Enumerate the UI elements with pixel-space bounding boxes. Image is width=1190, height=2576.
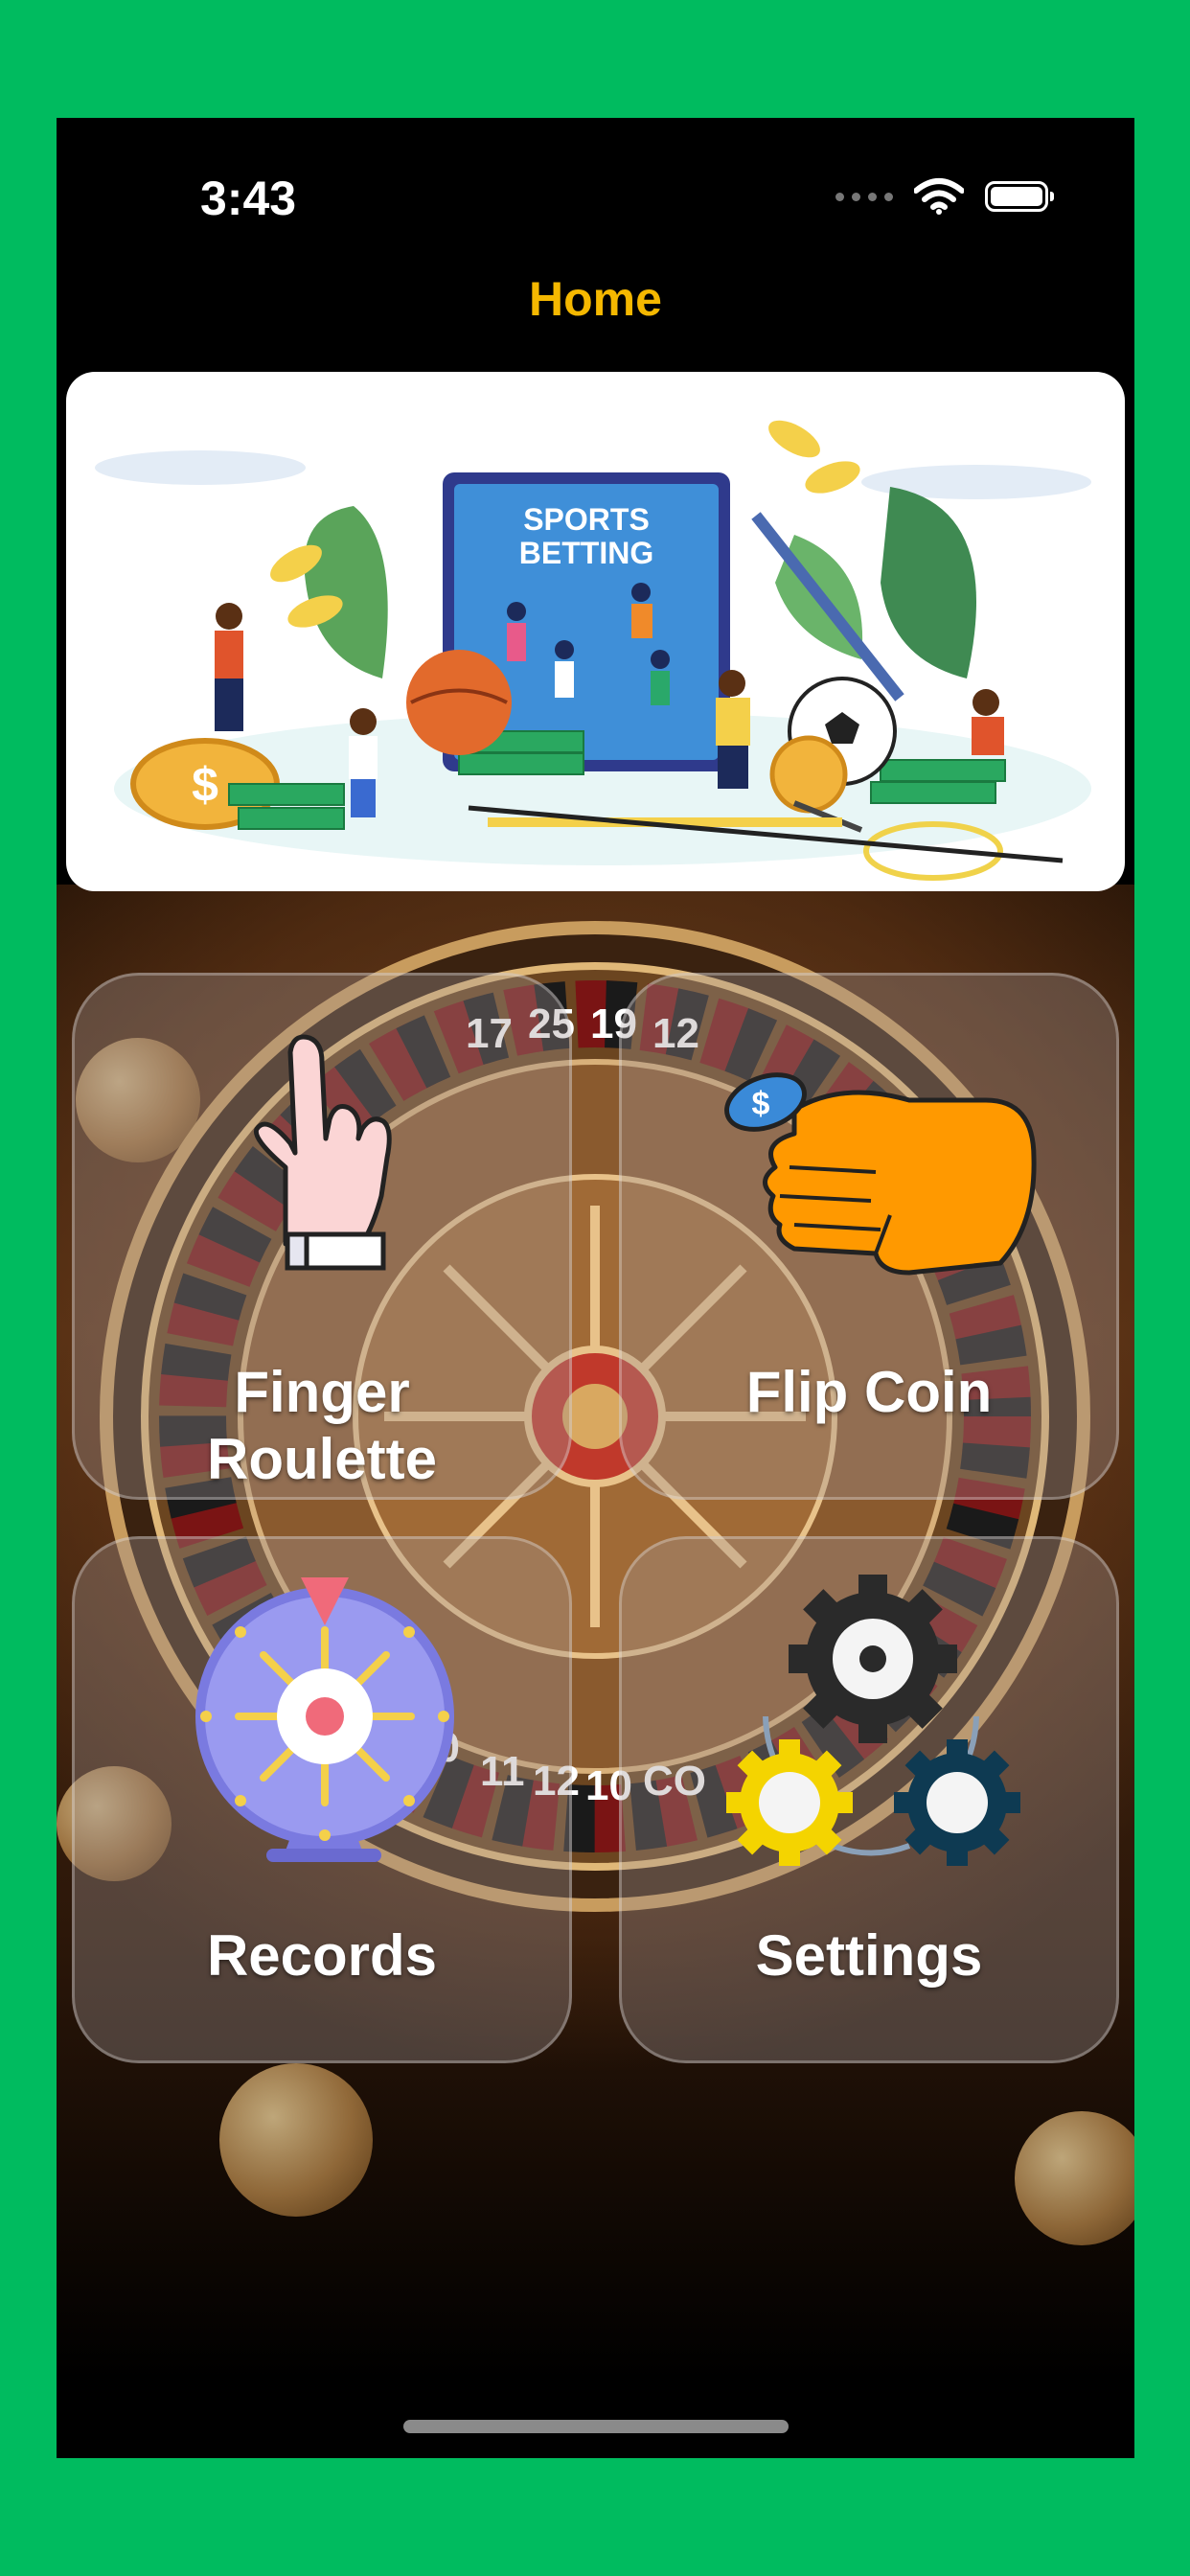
coin-dollar-text: $: [192, 758, 218, 812]
tile-label: Flip Coin: [622, 1359, 1116, 1426]
coin-decoration: [219, 2063, 373, 2217]
phone-screen: 17 25 19 12 30 11 12 10 CO 3:43 Home: [57, 118, 1134, 2458]
tile-label-line1: Flip Coin: [745, 1360, 993, 1424]
banner-heading-line1: SPORTS: [523, 502, 650, 537]
coin-dollar-text: $: [752, 1086, 770, 1122]
sports-betting-illustration: SPORTS BETTING $: [95, 420, 1091, 881]
prize-wheel-icon: [75, 1573, 569, 1879]
wifi-icon: [914, 178, 964, 215]
sports-betting-banner: SPORTS BETTING $: [66, 372, 1125, 891]
tile-label: Records: [75, 1922, 569, 1990]
finger-roulette-button[interactable]: Finger Roulette: [72, 973, 572, 1500]
hand-flip-coin-icon: $: [622, 1043, 1116, 1292]
tile-label-line1: Finger: [234, 1360, 410, 1424]
records-button[interactable]: Records: [72, 1536, 572, 2063]
tile-label-line2: Roulette: [207, 1427, 437, 1491]
tile-label: Settings: [622, 1922, 1116, 1990]
tile-label: Finger Roulette: [75, 1359, 569, 1493]
banner-heading-line2: BETTING: [519, 536, 653, 570]
status-indicators: [835, 177, 1054, 216]
settings-button[interactable]: Settings: [619, 1536, 1119, 2063]
flip-coin-button[interactable]: $ Flip Coin: [619, 973, 1119, 1500]
signal-icon: [835, 192, 893, 201]
hand-rock-icon: [75, 1033, 569, 1282]
tile-label-line1: Settings: [755, 1923, 983, 1988]
home-indicator[interactable]: [403, 2420, 789, 2433]
battery-icon: [985, 181, 1054, 212]
gears-icon: [622, 1573, 1116, 1879]
status-time: 3:43: [200, 172, 297, 225]
tile-label-line1: Records: [206, 1923, 438, 1988]
page-title: Home: [529, 272, 662, 326]
